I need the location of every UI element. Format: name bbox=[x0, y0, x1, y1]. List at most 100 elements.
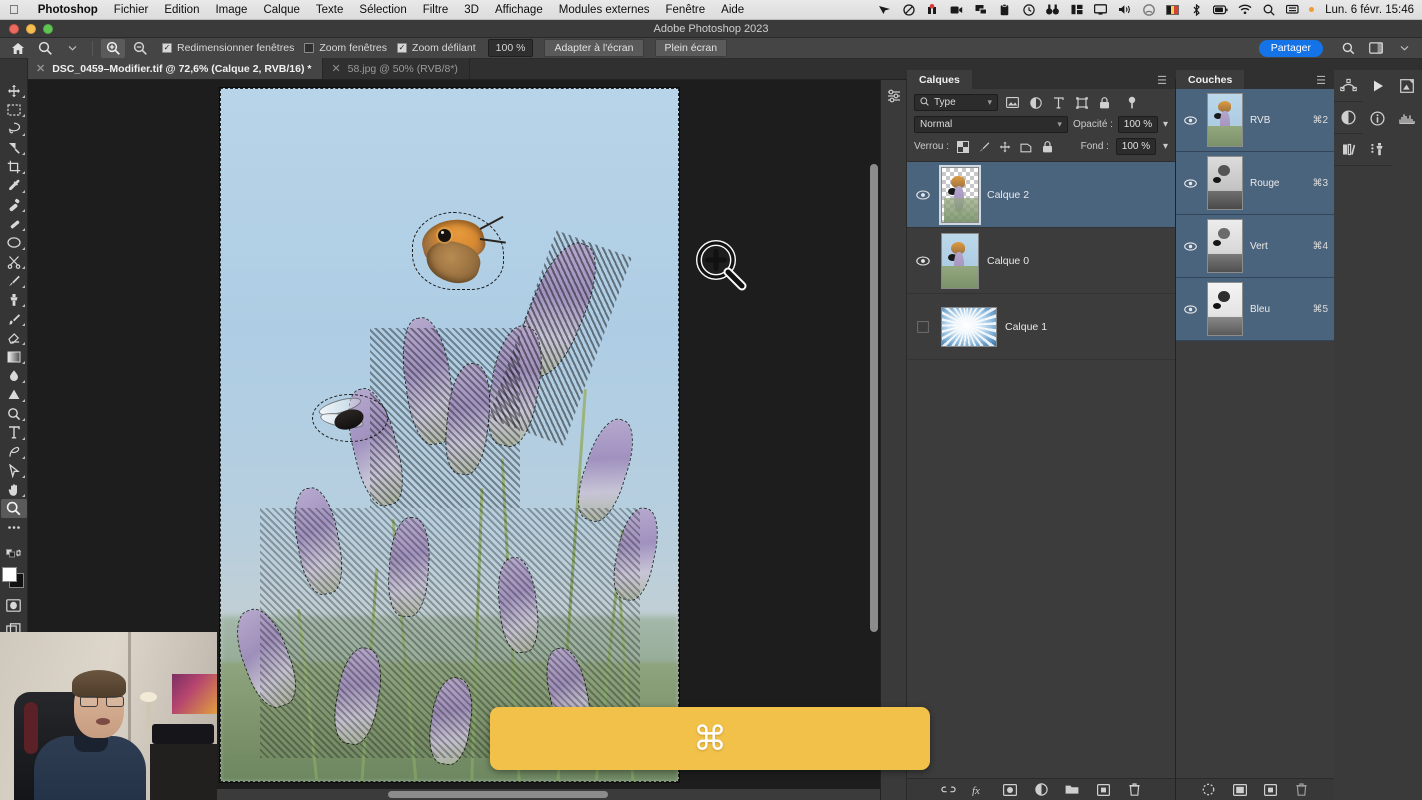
adjustment-layer-icon[interactable] bbox=[1034, 782, 1049, 797]
new-channel-icon[interactable] bbox=[1263, 782, 1278, 797]
menu-item-modules-externes[interactable]: Modules externes bbox=[551, 4, 658, 16]
new-layer-icon[interactable] bbox=[1096, 782, 1111, 797]
history-brush-tool[interactable] bbox=[1, 309, 27, 328]
info-panel-icon[interactable] bbox=[1363, 102, 1392, 134]
actions-panel-icon[interactable] bbox=[1363, 70, 1392, 102]
display-icon[interactable] bbox=[1093, 3, 1108, 17]
channel-thumbnail[interactable] bbox=[1207, 282, 1243, 336]
navigator-panel-icon[interactable] bbox=[1392, 70, 1421, 102]
channel-thumbnail[interactable] bbox=[1207, 93, 1243, 147]
search-icon[interactable] bbox=[1261, 3, 1276, 17]
menu-item-texte[interactable]: Texte bbox=[308, 4, 352, 16]
scissors-tool[interactable] bbox=[1, 252, 27, 271]
load-selection-icon[interactable] bbox=[1201, 782, 1216, 797]
brush-tool[interactable] bbox=[1, 271, 27, 290]
table-row[interactable]: Calque 0 bbox=[907, 228, 1175, 294]
menu-item-aide[interactable]: Aide bbox=[713, 4, 752, 16]
tool-preset-chevron-icon[interactable] bbox=[60, 39, 84, 58]
menu-item-fichier[interactable]: Fichier bbox=[106, 4, 157, 16]
channel-visibility-icon[interactable] bbox=[1180, 304, 1200, 314]
document-tab-active[interactable]: ✕ DSC_0459–Modifier.tif @ 72,6% (Calque … bbox=[28, 58, 324, 79]
canvas-horizontal-scrollbar[interactable] bbox=[388, 791, 608, 798]
shape-filter-icon[interactable] bbox=[1073, 94, 1090, 111]
properties-panel-icon[interactable] bbox=[881, 83, 907, 109]
table-row[interactable]: Bleu ⌘5 bbox=[1176, 278, 1334, 341]
fit-screen-button[interactable]: Adapter à l'écran bbox=[544, 39, 644, 57]
blur-tool[interactable] bbox=[1, 366, 27, 385]
menu-item-fenetre[interactable]: Fenêtre bbox=[658, 4, 714, 16]
table-row[interactable]: Calque 1 bbox=[907, 294, 1175, 360]
zoom-all-windows-checkbox[interactable]: Zoom fenêtres bbox=[304, 42, 387, 54]
layer-thumbnail[interactable] bbox=[941, 166, 979, 223]
search-icon[interactable] bbox=[1336, 39, 1360, 58]
panel-menu-icon[interactable]: ☰ bbox=[1157, 74, 1175, 89]
pen-tool[interactable] bbox=[1, 442, 27, 461]
table-row[interactable]: Vert ⌘4 bbox=[1176, 215, 1334, 278]
shield-icon[interactable] bbox=[901, 3, 916, 17]
channel-visibility-icon[interactable] bbox=[1180, 115, 1200, 125]
home-icon[interactable] bbox=[6, 39, 30, 58]
volume-icon[interactable] bbox=[1117, 3, 1132, 17]
lock-artboard-icon[interactable] bbox=[1019, 140, 1033, 154]
channel-thumbnail[interactable] bbox=[1207, 219, 1243, 273]
marquee-tool[interactable] bbox=[1, 100, 27, 119]
new-group-icon[interactable] bbox=[1065, 782, 1080, 797]
lock-transparency-icon[interactable] bbox=[956, 140, 970, 154]
dodge-tool[interactable] bbox=[1, 385, 27, 404]
opacity-value[interactable]: 100 % bbox=[1117, 116, 1158, 133]
transfer-icon[interactable] bbox=[973, 3, 988, 17]
zoom-in-icon[interactable] bbox=[101, 38, 125, 58]
paths-panel-icon[interactable] bbox=[1334, 70, 1363, 102]
table-row[interactable]: RVB ⌘2 bbox=[1176, 89, 1334, 152]
bluetooth-icon[interactable] bbox=[1189, 3, 1204, 17]
menu-bar-clock[interactable]: Lun. 6 févr. 15:46 bbox=[1323, 4, 1414, 16]
scrubby-zoom-checkbox[interactable]: ✓ Zoom défilant bbox=[397, 42, 476, 54]
close-icon[interactable]: ✕ bbox=[331, 62, 340, 75]
zoom-level-field[interactable]: 100 % bbox=[487, 39, 534, 57]
adjustments-panel-icon[interactable] bbox=[1334, 102, 1363, 134]
document-tab-secondary[interactable]: ✕ 58.jpg @ 50% (RVB/8*) bbox=[323, 58, 470, 79]
clone-source-panel-icon[interactable] bbox=[1363, 134, 1392, 166]
menu-item-affichage[interactable]: Affichage bbox=[487, 4, 551, 16]
lock-image-icon[interactable] bbox=[977, 140, 991, 154]
eyedropper-tool[interactable] bbox=[1, 176, 27, 195]
smartobject-filter-icon[interactable] bbox=[1096, 94, 1113, 111]
channel-thumbnail[interactable] bbox=[1207, 156, 1243, 210]
table-row[interactable]: Calque 2 bbox=[907, 162, 1175, 228]
histogram-panel-icon[interactable] bbox=[1392, 102, 1421, 134]
lasso-tool[interactable] bbox=[1, 119, 27, 138]
link-layers-icon[interactable] bbox=[940, 782, 956, 797]
belgium-flag-icon[interactable] bbox=[1165, 3, 1180, 17]
battery-icon[interactable] bbox=[1213, 3, 1228, 17]
chevron-down-icon[interactable] bbox=[1392, 39, 1416, 58]
screen-record-icon[interactable] bbox=[949, 3, 964, 17]
delete-channel-icon[interactable] bbox=[1294, 782, 1309, 797]
burn-tool[interactable] bbox=[1, 404, 27, 423]
fullscreen-button[interactable]: Plein écran bbox=[654, 39, 728, 57]
clone-stamp-tool[interactable] bbox=[1, 290, 27, 309]
layer-thumbnail[interactable] bbox=[941, 232, 979, 289]
quick-mask-icon[interactable] bbox=[1, 596, 27, 615]
more-tools[interactable] bbox=[1, 518, 27, 537]
menu-item-photoshop[interactable]: Photoshop bbox=[30, 4, 106, 16]
type-tool[interactable] bbox=[1, 423, 27, 442]
wifi-icon[interactable] bbox=[1237, 3, 1252, 17]
menu-item-calque[interactable]: Calque bbox=[255, 4, 307, 16]
layer-visibility-icon[interactable] bbox=[913, 255, 933, 266]
opacity-chevron-icon[interactable]: ▾ bbox=[1163, 119, 1168, 130]
color-swatches[interactable] bbox=[1, 566, 27, 590]
fill-value[interactable]: 100 % bbox=[1115, 138, 1156, 155]
binoculars-icon[interactable] bbox=[1045, 3, 1060, 17]
magic-wand-tool[interactable] bbox=[1, 138, 27, 157]
channel-visibility-icon[interactable] bbox=[1180, 241, 1200, 251]
gradient-tool[interactable] bbox=[1, 347, 27, 366]
lock-position-icon[interactable] bbox=[998, 140, 1012, 154]
image-filter-icon[interactable] bbox=[1004, 94, 1021, 111]
hand-tool[interactable] bbox=[1, 480, 27, 499]
table-row[interactable]: Rouge ⌘3 bbox=[1176, 152, 1334, 215]
menu-item-selection[interactable]: Sélection bbox=[351, 4, 414, 16]
alarm-badge-icon[interactable] bbox=[925, 3, 940, 17]
menu-item-image[interactable]: Image bbox=[207, 4, 255, 16]
brush-tool-top[interactable] bbox=[1, 214, 27, 233]
lock-all-icon[interactable] bbox=[1040, 140, 1054, 154]
